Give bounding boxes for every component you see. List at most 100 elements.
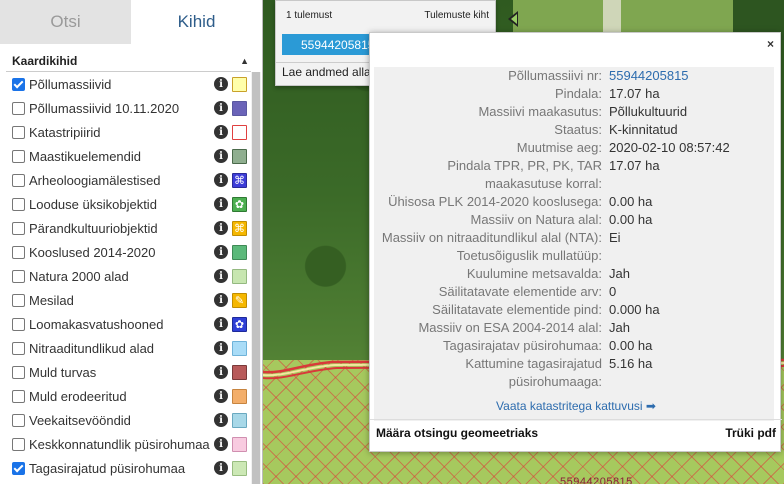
property-row: Muutmise aeg: 2020-02-10 08:57:42	[374, 139, 774, 157]
info-icon[interactable]: i	[214, 317, 228, 331]
legend-swatch	[232, 412, 247, 428]
property-row: Staatus: K-kinnitatud	[374, 121, 774, 139]
property-row: Säilitatavate elementide arv: 0	[374, 283, 774, 301]
tab-otsi[interactable]: Otsi	[0, 0, 131, 44]
results-layer-link[interactable]: Tulemuste kiht	[424, 10, 489, 21]
cadastre-overlap-link[interactable]: Vaata katastritega kattuvusi ➡	[370, 399, 782, 413]
info-icon[interactable]: i	[214, 221, 228, 235]
property-value: 0	[609, 284, 617, 299]
property-label: Ühisosa PLK 2014-2020 kooslusega:	[388, 194, 602, 209]
property-label: Kattumine tagasirajatud püsirohumaaga:	[465, 356, 602, 389]
property-label: Tagasirajatav püsirohumaa:	[443, 338, 602, 353]
layer-row: Loomakasvatushooned i ✿	[6, 312, 251, 336]
info-icon[interactable]: i	[214, 77, 228, 91]
layer-checkbox[interactable]	[12, 389, 25, 403]
layer-checkbox[interactable]	[12, 77, 25, 91]
print-pdf-button[interactable]: Trüki pdf	[725, 426, 776, 440]
layer-checkbox[interactable]	[12, 197, 25, 211]
property-value: 17.07 ha	[609, 86, 660, 101]
property-label: Staatus:	[554, 122, 602, 137]
results-header: 1 tulemust Tulemuste kiht	[276, 1, 495, 21]
layer-checkbox[interactable]	[12, 461, 25, 475]
info-icon[interactable]: i	[214, 149, 228, 163]
layer-row: Muld turvas i	[6, 360, 251, 384]
layer-row: Looduse üksikobjektid i ✿	[6, 192, 251, 216]
property-row: Pindala: 17.07 ha	[374, 85, 774, 103]
layer-row: Kooslused 2014-2020 i	[6, 240, 251, 264]
property-row: Ühisosa PLK 2014-2020 kooslusega: 0.00 ha	[374, 193, 774, 211]
property-value: Jah	[609, 320, 630, 335]
layers-header: Kaardikihid ▲	[6, 50, 251, 72]
legend-swatch: ✿	[232, 316, 247, 332]
info-icon[interactable]: i	[214, 389, 228, 403]
property-value	[606, 247, 774, 265]
legend-swatch	[232, 148, 247, 164]
info-icon[interactable]: i	[214, 125, 228, 139]
layer-checkbox[interactable]	[12, 413, 25, 427]
layer-checkbox[interactable]	[12, 293, 25, 307]
layer-checkbox[interactable]	[12, 101, 25, 115]
tab-kihid[interactable]: Kihid	[131, 0, 262, 44]
property-value: 0.000 ha	[609, 302, 660, 317]
sort-up-icon[interactable]: ▲	[240, 56, 249, 66]
layer-checkbox[interactable]	[12, 245, 25, 259]
layer-row: Põllumassiivid i	[6, 72, 251, 96]
info-icon[interactable]: i	[214, 341, 228, 355]
property-value: 2020-02-10 08:57:42	[609, 140, 730, 155]
sidebar: Otsi Kihid Kaardikihid ▲ Põllumassiivid i…	[0, 0, 263, 484]
info-icon[interactable]: i	[214, 101, 228, 115]
info-icon[interactable]: i	[214, 173, 228, 187]
legend-swatch	[232, 364, 247, 380]
layer-row: Katastripiirid i	[6, 120, 251, 144]
layer-checkbox[interactable]	[12, 173, 25, 187]
property-row: Säilitatavate elementide pind: 0.000 ha	[374, 301, 774, 319]
property-label: Massiivi maakasutus:	[478, 104, 602, 119]
info-icon[interactable]: i	[214, 437, 228, 451]
legend-swatch	[232, 124, 247, 140]
legend-swatch: ✎	[232, 292, 247, 308]
layer-row: Arheoloogiamälestised i ⌘	[6, 168, 251, 192]
property-row: Pindala TPR, PR, PK, TAR maakasutuse kor…	[374, 157, 774, 193]
layer-checkbox[interactable]	[12, 269, 25, 283]
layer-checkbox[interactable]	[12, 125, 25, 139]
legend-swatch	[232, 388, 247, 404]
layer-checkbox[interactable]	[12, 365, 25, 379]
layers-scrollbar[interactable]	[251, 72, 261, 484]
property-row: Massiiv on nitraaditundlikul alal (NTA):…	[374, 229, 774, 247]
property-label: Pindala TPR, PR, PK, TAR maakasutuse kor…	[447, 158, 602, 191]
property-value: K-kinnitatud	[609, 122, 678, 137]
define-geometry-button[interactable]: Määra otsingu geomeetriaks	[376, 426, 538, 440]
info-icon[interactable]: i	[214, 461, 228, 475]
property-value: 17.07 ha	[609, 158, 660, 173]
legend-swatch: ⌘	[232, 172, 247, 188]
layer-row: Mesilad i ✎	[6, 288, 251, 312]
info-icon[interactable]: i	[214, 245, 228, 259]
layer-checkbox[interactable]	[12, 341, 25, 355]
property-value: 0.00 ha	[609, 212, 653, 227]
property-label: Massiiv on nitraaditundlikul alal (NTA):	[381, 230, 602, 245]
layers-header-label: Kaardikihid	[12, 53, 78, 68]
property-label: Kuulumine metsavalda:	[466, 266, 602, 281]
layer-checkbox[interactable]	[12, 149, 25, 163]
parcel-number-link[interactable]: 55944205815	[606, 67, 774, 85]
close-icon[interactable]: ×	[767, 37, 774, 51]
property-label: Säilitatavate elementide pind:	[432, 302, 602, 317]
legend-swatch	[232, 340, 247, 356]
info-icon[interactable]: i	[214, 413, 228, 427]
info-icon[interactable]: i	[214, 293, 228, 307]
scrollbar-thumb[interactable]	[252, 72, 260, 484]
sidebar-tabs: Otsi Kihid	[0, 0, 262, 44]
info-icon[interactable]: i	[214, 197, 228, 211]
layer-checkbox[interactable]	[12, 221, 25, 235]
legend-swatch	[232, 268, 247, 284]
legend-swatch: ✿	[232, 196, 247, 212]
property-row: Toetusõiguslik mullatüüp:	[374, 247, 774, 265]
info-icon[interactable]: i	[214, 269, 228, 283]
popup-properties: Põllumassiivi nr: 55944205815 Pindala: 17.0…	[374, 67, 774, 421]
legend-swatch	[232, 460, 247, 476]
property-row: Kattumine tagasirajatud püsirohumaaga: 5.…	[374, 355, 774, 391]
cadastre-overlap-label: Vaata katastritega kattuvusi	[496, 399, 643, 413]
layer-checkbox[interactable]	[12, 437, 25, 451]
info-icon[interactable]: i	[214, 365, 228, 379]
layer-checkbox[interactable]	[12, 317, 25, 331]
